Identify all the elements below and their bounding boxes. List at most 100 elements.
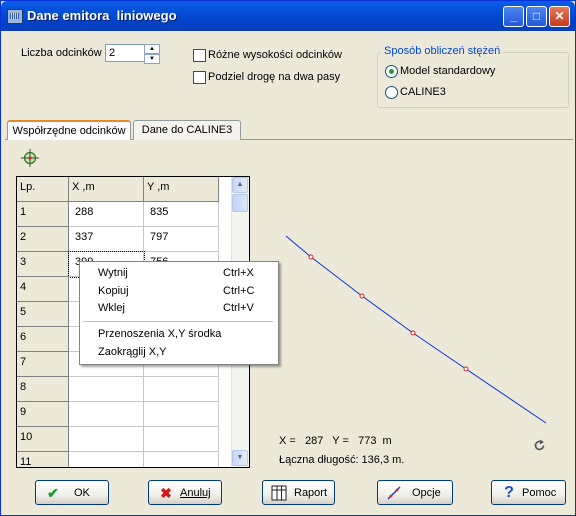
close-button[interactable]: ✕	[549, 6, 570, 27]
menu-item-shortcut: Ctrl+V	[223, 302, 254, 314]
app-icon	[7, 9, 23, 24]
calculation-method-title: Sposób obliczeń stężeń	[381, 45, 504, 57]
cursor-coordinates: X = 287 Y = 773 m	[279, 435, 392, 447]
calculation-method-group	[377, 52, 569, 108]
window-title: Dane emitora liniowego	[27, 8, 177, 23]
checkmark-icon: ✔	[47, 485, 59, 501]
segment-vertex-marker[interactable]	[410, 330, 416, 336]
header-y: Y ,m	[144, 177, 219, 202]
report-button[interactable]: Raport	[262, 480, 335, 505]
radio-caline3[interactable]	[385, 86, 398, 99]
table-row[interactable]: 10	[17, 427, 229, 452]
row-number-cell: 9	[17, 402, 69, 427]
y-cell[interactable]: 797	[144, 227, 219, 252]
menu-item-paste[interactable]: Wklej Ctrl+V	[80, 300, 276, 317]
refresh-icon[interactable]	[533, 439, 546, 452]
row-number-cell: 5	[17, 302, 69, 327]
context-menu: Wytnij Ctrl+X Kopiuj Ctrl+C Wklej Ctrl+V…	[79, 261, 279, 365]
header-lp: Lp.	[17, 177, 69, 202]
row-number-cell: 8	[17, 377, 69, 402]
menu-item-shortcut: Ctrl+C	[223, 285, 255, 297]
help-icon: ?	[504, 484, 514, 501]
menu-item-label: Przenoszenia X,Y środka	[98, 328, 222, 340]
y-cell[interactable]	[144, 452, 219, 467]
x-cell[interactable]	[69, 427, 144, 452]
y-cell[interactable]	[144, 402, 219, 427]
segment-vertex-marker[interactable]	[359, 293, 365, 299]
row-number-cell: 7	[17, 352, 69, 377]
row-number-cell: 1	[17, 202, 69, 227]
ok-button[interactable]: ✔ OK	[35, 480, 109, 505]
ok-button-label: OK	[74, 487, 90, 499]
radio-caline3-label[interactable]: CALINE3	[400, 86, 446, 98]
menu-item-round-xy[interactable]: Zaokrąglij X,Y	[80, 344, 276, 361]
options-button[interactable]: Opcje	[377, 480, 453, 505]
split-road-checkbox-label[interactable]: Podziel drogę na dwa pasy	[208, 71, 340, 83]
report-button-label: Raport	[294, 487, 328, 499]
row-number-cell: 11	[17, 452, 69, 467]
segments-label: Liczba odcinków	[21, 47, 102, 59]
x-cell[interactable]: 288	[69, 202, 144, 227]
heights-checkbox[interactable]	[193, 49, 206, 62]
segments-spinner[interactable]: ▲ ▼	[144, 44, 160, 64]
heights-checkbox-label[interactable]: Różne wysokości odcinków	[208, 49, 342, 61]
tab-segment-coordinates[interactable]: Współrzędne odcinków	[7, 120, 131, 140]
cancel-button[interactable]: ✖ Anuluj	[148, 480, 222, 505]
table-icon	[271, 485, 287, 501]
radio-standard-model[interactable]	[385, 65, 398, 78]
menu-item-label: Kopiuj	[98, 285, 129, 297]
menu-item-label: Wytnij	[98, 267, 128, 279]
y-cell[interactable]: 835	[144, 202, 219, 227]
spin-down-icon[interactable]: ▼	[144, 54, 160, 64]
row-number-cell: 10	[17, 427, 69, 452]
menu-item-shortcut: Ctrl+X	[223, 267, 254, 279]
spin-up-icon[interactable]: ▲	[144, 44, 160, 54]
row-number-cell: 6	[17, 327, 69, 352]
table-row[interactable]: 9	[17, 402, 229, 427]
table-row[interactable]: 2 337 797	[17, 227, 229, 252]
minimize-button[interactable]: _	[503, 6, 524, 27]
segment-vertex-marker[interactable]	[463, 366, 469, 372]
row-number-cell: 4	[17, 277, 69, 302]
help-button[interactable]: ? Pomoc	[491, 480, 566, 505]
title-bar[interactable]: Dane emitora liniowego _ □ ✕	[1, 1, 575, 31]
options-button-label: Opcje	[412, 487, 441, 499]
row-number-cell: 3	[17, 252, 69, 277]
cross-icon: ✖	[160, 485, 172, 501]
table-header-row: Lp. X ,m Y ,m	[17, 177, 229, 202]
segments-input[interactable]: 2	[105, 44, 145, 62]
x-cell[interactable]: 337	[69, 227, 144, 252]
line-segment-icon	[387, 486, 401, 500]
split-road-checkbox[interactable]	[193, 71, 206, 84]
scroll-down-icon[interactable]: ▼	[232, 450, 248, 466]
y-cell[interactable]	[144, 377, 219, 402]
segment-plot[interactable]	[276, 226, 556, 426]
row-number-cell: 2	[17, 227, 69, 252]
y-cell[interactable]	[144, 427, 219, 452]
x-cell[interactable]	[69, 377, 144, 402]
header-x: X ,m	[69, 177, 144, 202]
tab-caline3-data[interactable]: Dane do CALINE3	[133, 120, 241, 140]
maximize-button[interactable]: □	[526, 6, 547, 27]
segment-vertex-marker[interactable]	[308, 254, 314, 260]
help-button-label: Pomoc	[522, 487, 557, 499]
cancel-button-label: Anuluj	[180, 487, 211, 499]
total-length: Łączna długość: 136,3 m.	[279, 454, 405, 466]
dialog-window: Dane emitora liniowego _ □ ✕ Liczba odci…	[0, 0, 576, 516]
crosshair-map-icon[interactable]	[21, 149, 39, 167]
scroll-thumb[interactable]	[232, 194, 248, 212]
menu-separator	[83, 321, 273, 322]
table-row[interactable]: 8	[17, 377, 229, 402]
radio-standard-model-label[interactable]: Model standardowy	[400, 65, 495, 77]
segment-line	[285, 235, 547, 424]
menu-item-copy[interactable]: Kopiuj Ctrl+C	[80, 283, 276, 300]
scroll-up-icon[interactable]: ▲	[232, 177, 248, 193]
menu-item-label: Wklej	[98, 302, 125, 314]
table-row[interactable]: 1 288 835	[17, 202, 229, 227]
x-cell[interactable]	[69, 402, 144, 427]
menu-item-label: Zaokrąglij X,Y	[98, 346, 167, 358]
table-row[interactable]: 11	[17, 452, 229, 467]
menu-item-move-center[interactable]: Przenoszenia X,Y środka	[80, 326, 276, 343]
menu-item-cut[interactable]: Wytnij Ctrl+X	[80, 265, 276, 282]
x-cell[interactable]	[69, 452, 144, 467]
